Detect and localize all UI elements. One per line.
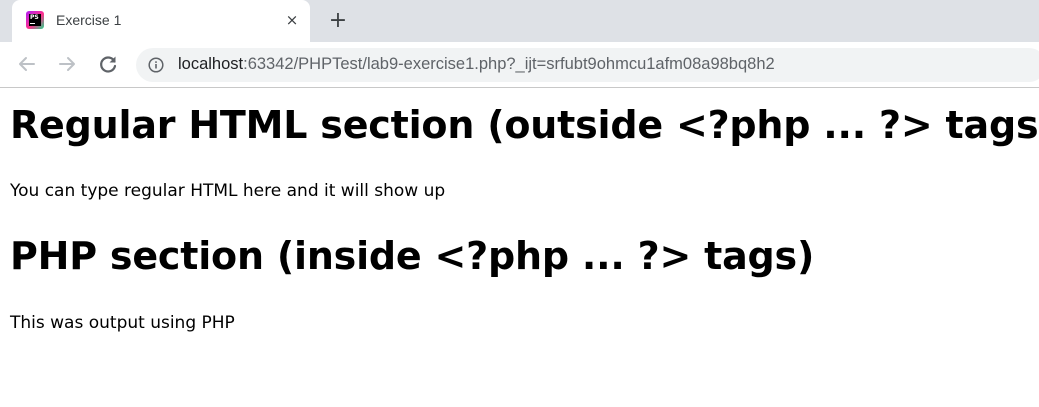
url-text[interactable]: localhost:63342/PHPTest/lab9-exercise1.p… [178,55,775,74]
tab-title: Exercise 1 [56,12,122,28]
close-icon[interactable]: × [282,10,302,30]
heading-php-section: PHP section (inside <?php ... ?> tags) [10,234,815,278]
phpstorm-icon: PS [26,11,44,29]
url-path: :63342/PHPTest/lab9-exercise1.php?_ijt=s… [243,55,775,73]
browser-window: PS Exercise 1 × + localhost:63342/PHPTes… [0,0,1039,407]
url-host: localhost [178,55,244,73]
back-arrow-icon[interactable] [15,52,39,76]
info-icon[interactable] [148,57,164,73]
new-tab-button[interactable]: + [326,9,350,33]
reload-icon[interactable] [96,52,120,76]
browser-toolbar: localhost:63342/PHPTest/lab9-exercise1.p… [0,42,1039,88]
tab-exercise-1[interactable]: PS Exercise 1 × [12,0,310,42]
tab-strip: PS Exercise 1 × + [0,0,1039,42]
favicon-text: PS [30,14,39,21]
forward-arrow-icon[interactable] [55,52,79,76]
address-bar[interactable]: localhost:63342/PHPTest/lab9-exercise1.p… [136,48,1039,82]
paragraph-regular-html: You can type regular HTML here and it wi… [10,181,446,201]
paragraph-php-output: This was output using PHP [10,313,235,333]
page-content: Regular HTML section (outside <?php ... … [0,89,1039,407]
heading-regular-html: Regular HTML section (outside <?php ... … [10,103,1039,147]
